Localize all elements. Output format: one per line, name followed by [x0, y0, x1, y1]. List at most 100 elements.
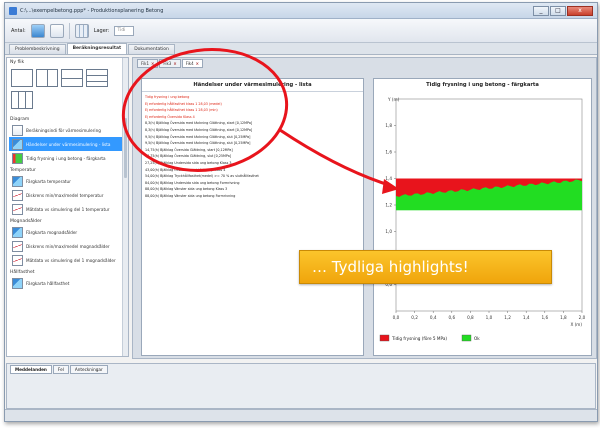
diagram-item[interactable]: Mätdata vs simulering del 1 mognadsålder [9, 253, 126, 267]
left-scrollbar[interactable] [122, 58, 128, 356]
event-log-list: Tidig frysning i ung betong Ej erforderli… [142, 92, 363, 202]
window-controls: _ □ x [533, 5, 593, 16]
layout-chooser-row2 [7, 89, 128, 111]
minimize-button[interactable]: _ [533, 5, 549, 16]
chart-pane: Tidig frysning i ung betong - färgkarta … [373, 78, 592, 356]
diagram-tree: Diagram Beräkningsindi för värmesimulerin… [7, 111, 128, 293]
close-icon[interactable]: × [173, 60, 176, 67]
subtab-fik1[interactable]: Fik1 × [137, 59, 159, 68]
diagram-item[interactable]: Mätdata vs simulering del 1 temperatur [9, 202, 126, 216]
maximize-button[interactable]: □ [550, 5, 566, 16]
log-line: 84,00(h) Bjälklag Undersida sida ung bet… [145, 180, 240, 185]
legend-label: Ok [474, 336, 480, 341]
colr-icon [12, 152, 23, 164]
diagram-item[interactable]: Diskrens min/max/medel temperatur [9, 188, 126, 202]
log-line: Ej erforderlig hållfasthet klass 1 28,03… [145, 108, 218, 113]
run-icon[interactable] [30, 23, 45, 38]
diagram-item[interactable]: Diskrens min/max/medel mognadsålder [9, 239, 126, 253]
diagram-item[interactable]: Händelser under värmesimulering - lista [9, 137, 126, 151]
settings-icon[interactable] [49, 23, 64, 38]
layout-columns-icon[interactable] [11, 91, 33, 109]
diagram-item[interactable]: Färgkarta hållfasthet [9, 276, 126, 290]
title-bar: C:\...\exempelbetong.ppp* - Produktionsp… [5, 3, 597, 19]
x-tick-label: 0,8 [467, 315, 474, 320]
heatmap-chart: 0,60,81,01,21,41,61,80,00,20,40,60,81,01… [379, 97, 586, 342]
diagram-item-label: Mätdata vs simulering del 1 temperatur [26, 206, 110, 212]
log-line: 43,00(h) Bjälklag Översida med täckning … [145, 167, 226, 172]
x-tick-label: 1,4 [523, 315, 530, 320]
subtab-label: Fik1 [141, 61, 149, 66]
log-line: 9,5(h) Bjälklag Översida med täckning Gl… [145, 141, 251, 146]
diagram-item-label: Tidig frysning i ung betong - färgkarta [26, 155, 106, 161]
x-tick-label: 2,0 [579, 315, 586, 320]
message-panel: Meddelanden Fel Anteckningar [6, 363, 596, 409]
toolbar-select[interactable]: Tidi [114, 25, 135, 36]
doc-icon [12, 124, 23, 136]
layout-rows-icon[interactable] [86, 69, 108, 87]
map-icon [12, 226, 23, 238]
main-tabbar: Problembeskrivning Beräkningsresultat Do… [5, 43, 597, 55]
log-line: 27,25(h) Bjälklag Undersida sida ung bet… [145, 160, 232, 165]
new-tab-heading: Ny flik [10, 60, 25, 65]
result-area: Fik1 × Fik3 × Fik4 × Händelser under värmes… [132, 57, 597, 359]
legend-label: Tidig frysning (före 5 MPa) [391, 336, 447, 341]
x-tick-label: 1,8 [560, 315, 567, 320]
result-subtabs: Fik1 × Fik3 × Fik4 × [133, 58, 596, 68]
subtab-fik4[interactable]: Fik4 × [181, 59, 204, 68]
diagram-item-label: Färgkarta mognadsålder [26, 229, 78, 235]
close-button[interactable]: x [567, 5, 593, 16]
tab-errors[interactable]: Fel [52, 365, 69, 374]
subtab-fik3[interactable]: Fik3 × [159, 59, 181, 68]
diagram-item[interactable]: Färgkarta temperatur [9, 174, 126, 188]
layout-split-vertical-icon[interactable] [36, 69, 58, 87]
layout-split-horizontal-icon[interactable] [61, 69, 83, 87]
tab-results[interactable]: Beräkningsresultat [66, 43, 128, 54]
x-tick-label: 0,2 [411, 315, 418, 320]
x-tick-label: 0,4 [430, 315, 437, 320]
tab-notes[interactable]: Anteckningar [69, 365, 108, 374]
close-icon[interactable]: × [151, 60, 154, 67]
line-icon [12, 240, 23, 252]
diagram-item-label: Diskrens min/max/medel mognadsålder [26, 243, 110, 249]
group-heading: Hållfasthet [10, 270, 35, 275]
y-axis-label: Y (m) [387, 97, 400, 102]
y-tick-label: 1,4 [385, 176, 392, 181]
log-line: 16,75(h) Bjälklag Översida Glättning, sl… [145, 154, 232, 159]
toolbar-separator [68, 22, 70, 39]
grid-icon[interactable] [74, 23, 89, 38]
layout-single-icon[interactable] [11, 69, 33, 87]
diagram-item[interactable]: Tidig frysning i ung betong - färgkarta [9, 151, 126, 165]
toolbar-label-b: Lager: [93, 27, 110, 34]
message-tabs: Meddelanden Fel Anteckningar [7, 364, 595, 375]
diagram-item-label: Färgkarta temperatur [26, 178, 71, 184]
log-line: Tidig frysning i ung betong [145, 95, 190, 99]
diagram-item[interactable]: Färgkarta mognadsålder [9, 225, 126, 239]
event-log-title: Händelser under värmesimulering - lista [142, 79, 363, 92]
layout-chooser [7, 67, 128, 89]
tab-docs[interactable]: Dokumentation [128, 44, 175, 54]
diagram-item-label: Händelser under värmesimulering - lista [26, 141, 111, 147]
x-tick-label: 1,0 [486, 315, 493, 320]
subtab-label: Fik3 [163, 61, 172, 66]
y-tick-label: 1,0 [385, 229, 392, 234]
map-icon [12, 277, 23, 289]
x-tick-label: 0,0 [393, 315, 400, 320]
log-line: 54,00(h) Bjälklag Tryckhållfasthet(medel… [145, 174, 259, 179]
log-line: Ej erforderlig Översida Klass 4 [145, 114, 195, 119]
event-log-pane: Händelser under värmesimulering - lista … [141, 78, 364, 356]
close-icon[interactable]: × [196, 60, 199, 67]
y-tick-label: 1,2 [385, 203, 392, 208]
legend-swatch [461, 334, 472, 342]
log-line: 8,3(h) Bjälklag Översida med täckning Gl… [145, 121, 253, 126]
callout-banner: … Tydliga highlights! [299, 250, 552, 284]
y-tick-label: 1,6 [385, 150, 392, 155]
window-title: C:\...\exempelbetong.ppp* - Produktionsp… [20, 7, 164, 14]
line-icon [12, 254, 23, 266]
diagram-item[interactable]: Beräkningsindi för värmesimulering [9, 123, 126, 137]
line-icon [12, 189, 23, 201]
subtab-label: Fik4 [185, 61, 194, 66]
tab-messages[interactable]: Meddelanden [10, 365, 52, 374]
log-line: 88,00(h) Bjälklag Vänster sida ung beton… [145, 193, 236, 198]
map-icon [12, 138, 23, 150]
tab-problem[interactable]: Problembeskrivning [9, 44, 66, 54]
